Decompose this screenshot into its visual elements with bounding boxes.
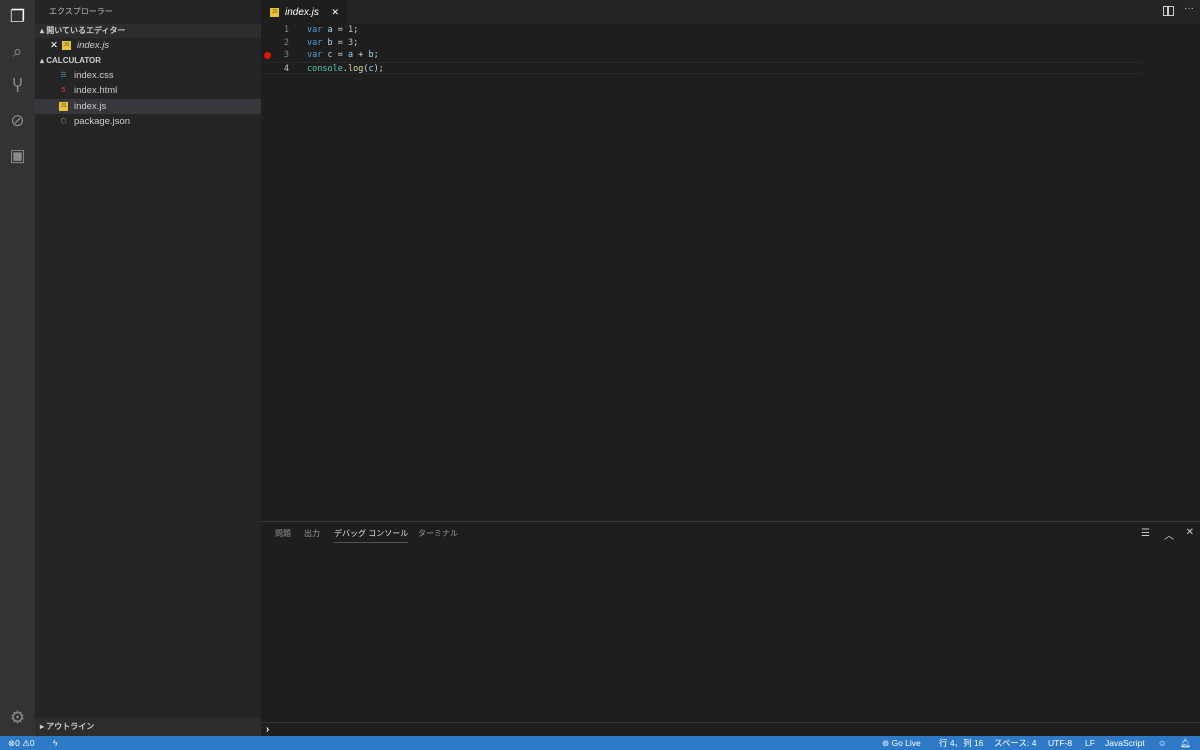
warning-count: 0 bbox=[29, 738, 35, 748]
outline-label: アウトライン bbox=[46, 722, 95, 731]
html-file-icon: 5 bbox=[61, 87, 66, 95]
explorer-sidebar: エクスプローラー ▴ 開いているエディター ✕ JS index.js ▴ CA… bbox=[35, 0, 261, 736]
open-file-name: index.js bbox=[76, 40, 110, 51]
file-item[interactable]: 5 index.html bbox=[35, 83, 261, 99]
outline-header[interactable]: ▸ アウトライン bbox=[35, 718, 261, 736]
activity-bar: ❐ ⌕ Ⴤ ⊘ ▣ ⚙ bbox=[0, 0, 35, 736]
gear-icon[interactable]: ⚙ bbox=[7, 707, 28, 728]
code-line: 3 var c = a + b; bbox=[261, 49, 1141, 62]
go-live-label: Go Live bbox=[891, 738, 921, 748]
css-file-icon: ☰ bbox=[60, 71, 67, 79]
breakpoint-icon[interactable] bbox=[264, 52, 271, 59]
open-editors-label: 開いているエディター bbox=[46, 26, 126, 35]
debug-icon[interactable]: ⊘ bbox=[7, 110, 28, 131]
file-item[interactable]: ☰ index.css bbox=[35, 68, 261, 84]
line-number: 1 bbox=[283, 25, 289, 35]
code-editor[interactable]: 1 var a = 1; 2 var b = 3; 3 var c = a + b; … bbox=[261, 24, 1141, 74]
folder-header[interactable]: ▴ CALCULATOR bbox=[35, 53, 261, 68]
js-file-icon: JS bbox=[59, 101, 68, 111]
split-editor-icon[interactable] bbox=[1163, 6, 1174, 16]
tab-debug-console[interactable]: デバッグ コンソール bbox=[334, 528, 409, 543]
file-item[interactable]: ⬡ package.json bbox=[35, 114, 261, 130]
encoding[interactable]: UTF-8 bbox=[1048, 736, 1072, 750]
file-item[interactable]: JS index.js bbox=[35, 98, 261, 114]
js-file-icon: JS bbox=[270, 7, 279, 17]
problems-indicator[interactable]: ⊗0 ⚠0 bbox=[8, 736, 35, 750]
file-name: index.css bbox=[74, 69, 114, 81]
bottom-panel: 問題 出力 デバッグ コンソール ターミナル ☰ ︿ ✕ › bbox=[261, 521, 1200, 736]
source-control-icon[interactable]: Ⴤ bbox=[7, 76, 28, 97]
close-panel-icon[interactable]: ✕ bbox=[1186, 527, 1194, 538]
extensions-icon[interactable]: ▣ bbox=[7, 145, 28, 166]
line-number: 4 bbox=[283, 63, 289, 74]
go-live-button[interactable]: ⊚ Go Live bbox=[882, 736, 921, 750]
js-file-icon: JS bbox=[61, 41, 71, 51]
file-name: package.json bbox=[74, 116, 130, 127]
language-mode[interactable]: JavaScript bbox=[1105, 736, 1145, 750]
explorer-icon[interactable]: ❐ bbox=[7, 6, 28, 27]
file-name: index.html bbox=[74, 85, 118, 96]
code-line-current: 4 console.log(c); bbox=[261, 61, 1141, 74]
close-icon[interactable]: ✕ bbox=[50, 38, 58, 54]
search-icon[interactable]: ⌕ bbox=[7, 41, 28, 62]
eol[interactable]: LF bbox=[1085, 736, 1095, 750]
tab-output[interactable]: 出力 bbox=[304, 528, 320, 539]
code-line: 1 var a = 1; bbox=[261, 24, 1141, 37]
cursor-position[interactable]: 行 4、列 16 bbox=[939, 736, 983, 750]
line-number: 2 bbox=[283, 37, 289, 48]
more-actions-icon[interactable]: ··· bbox=[1184, 3, 1194, 14]
maximize-panel-icon[interactable]: ︿ bbox=[1164, 527, 1174, 542]
tab-index-js[interactable]: JS index.js ✕ bbox=[261, 0, 347, 24]
tab-bar: JS index.js ✕ ··· bbox=[261, 0, 1200, 24]
console-input[interactable]: › bbox=[261, 722, 1200, 736]
node-file-icon: ⬡ bbox=[60, 118, 67, 126]
open-editors-header[interactable]: ▴ 開いているエディター bbox=[35, 24, 261, 38]
tab-terminal[interactable]: ターミナル bbox=[418, 528, 458, 539]
clear-console-icon[interactable]: ☰ bbox=[1141, 528, 1150, 539]
open-editor-item[interactable]: ✕ JS index.js bbox=[35, 38, 261, 54]
tab-problems[interactable]: 問題 bbox=[275, 528, 291, 539]
folder-name: CALCULATOR bbox=[46, 55, 102, 65]
error-count: 0 bbox=[15, 738, 20, 748]
code-line: 2 var b = 3; bbox=[261, 37, 1141, 50]
file-name: index.js bbox=[74, 100, 107, 112]
close-icon[interactable]: ✕ bbox=[331, 7, 339, 18]
sidebar-title: エクスプローラー bbox=[49, 7, 113, 16]
feedback-smiley-icon[interactable]: ☺ bbox=[1158, 736, 1167, 750]
prompt-icon: › bbox=[266, 724, 270, 735]
status-bar: ⊗0 ⚠0 ϟ ⊚ Go Live 行 4、列 16 スペース: 4 UTF-8… bbox=[0, 736, 1200, 750]
notifications-bell-icon[interactable]: 🔔︎ bbox=[1180, 736, 1191, 750]
lightning-icon[interactable]: ϟ bbox=[53, 736, 58, 750]
indentation[interactable]: スペース: 4 bbox=[994, 736, 1036, 750]
tab-label: index.js bbox=[285, 6, 319, 18]
